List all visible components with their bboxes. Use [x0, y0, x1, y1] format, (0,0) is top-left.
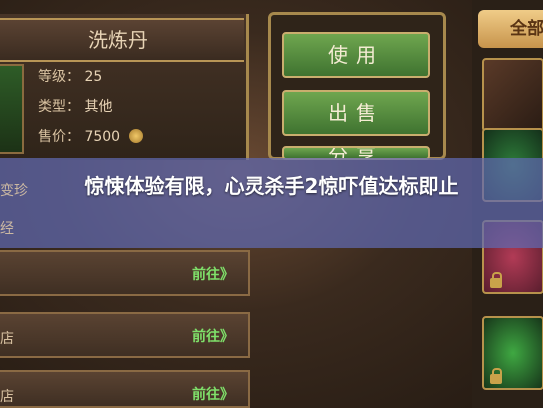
headline-text: 惊悚体验有限，心灵杀手2惊吓值达标即止 — [84, 174, 459, 198]
list-item[interactable]: 店 前往》 — [0, 312, 250, 358]
item-name: 洗炼丹 — [88, 28, 148, 52]
item-price: 售价： 7500 — [38, 126, 143, 146]
goto-link[interactable]: 前往》 — [192, 326, 234, 346]
item-level: 等级： 25 — [38, 66, 102, 86]
list-item[interactable]: 店 前往》 — [0, 370, 250, 408]
item-level-label: 等级： — [38, 69, 80, 85]
list-item-label: 店 — [0, 389, 14, 405]
lock-icon — [490, 272, 502, 288]
goto-link[interactable]: 前往》 — [192, 384, 234, 404]
item-level-value: 25 — [84, 69, 103, 85]
goto-link[interactable]: 前往》 — [192, 264, 234, 284]
tab-all[interactable]: 全部 — [478, 10, 543, 48]
coin-icon — [128, 129, 143, 143]
sell-button[interactable]: 出售 — [282, 90, 430, 136]
lock-icon — [490, 368, 502, 384]
list-item-label: 店 — [0, 331, 14, 347]
inventory-slot-weapon[interactable] — [482, 58, 543, 132]
item-price-value: 7500 — [84, 129, 121, 145]
item-price-label: 售价： — [38, 129, 80, 145]
item-type: 类型： 其他 — [38, 96, 112, 116]
item-icon — [0, 64, 24, 154]
list-item[interactable]: 前往》 — [0, 250, 250, 296]
headline-overlay: 变珍 经 惊悚体验有限，心灵杀手2惊吓值达标即止 — [0, 158, 543, 248]
side-label-2: 经 — [0, 221, 14, 237]
inventory-slot-green-item[interactable] — [482, 316, 543, 390]
item-type-label: 类型： — [38, 99, 80, 115]
use-button[interactable]: 使用 — [282, 32, 430, 78]
item-type-value: 其他 — [84, 99, 113, 115]
